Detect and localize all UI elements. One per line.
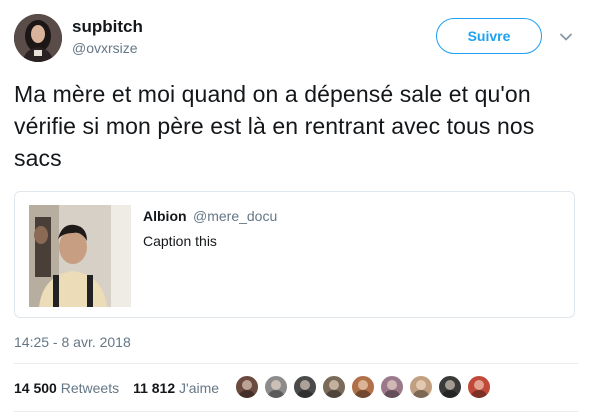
quoted-text: Caption this (143, 233, 217, 249)
liker-avatar-4[interactable] (321, 374, 347, 400)
quoted-display-name[interactable]: Albion (143, 208, 187, 224)
author-handle[interactable]: @ovxrsize (72, 38, 143, 58)
likes-stat[interactable]: 11 812 J'aime (133, 380, 219, 396)
retweets-label: Retweets (60, 380, 120, 396)
liker-avatar-1[interactable] (234, 374, 260, 400)
chevron-down-icon[interactable] (559, 30, 573, 44)
liker-avatar-3[interactable] (292, 374, 318, 400)
quoted-tweet[interactable]: Albion @mere_docu Caption this (14, 191, 575, 318)
liker-avatar-7[interactable] (408, 374, 434, 400)
divider (14, 363, 578, 364)
author-display-name[interactable]: supbitch (72, 16, 143, 38)
liker-avatar-2[interactable] (263, 374, 289, 400)
tweet-timestamp[interactable]: 14:25 - 8 avr. 2018 (14, 334, 131, 350)
author-names: supbitch @ovxrsize (72, 16, 143, 58)
likes-label: J'aime (179, 380, 220, 396)
quoted-handle[interactable]: @mere_docu (193, 208, 277, 224)
follow-button[interactable]: Suivre (436, 18, 542, 54)
tweet-stats: 14 500 Retweets 11 812 J'aime (14, 377, 219, 399)
likes-count: 11 812 (133, 380, 176, 396)
liker-avatar-6[interactable] (379, 374, 405, 400)
author-avatar[interactable] (14, 14, 62, 62)
liker-avatar-8[interactable] (437, 374, 463, 400)
photo-thumbnail[interactable] (29, 205, 131, 307)
tweet-header: supbitch @ovxrsize Suivre (14, 14, 578, 62)
retweets-count: 14 500 (14, 380, 57, 396)
liker-avatar-9[interactable] (466, 374, 492, 400)
liker-avatar-5[interactable] (350, 374, 376, 400)
quoted-tweet-body: Albion @mere_docu Caption this (143, 208, 277, 250)
retweets-stat[interactable]: 14 500 Retweets (14, 380, 119, 396)
tweet-text: Ma mère et moi quand on a dépensé sale e… (14, 81, 535, 171)
